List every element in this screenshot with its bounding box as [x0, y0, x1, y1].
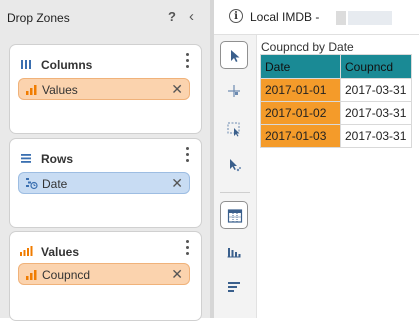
- redacted-text: [336, 11, 346, 25]
- columns-zone-title: Columns: [41, 58, 93, 72]
- table-title: Coupncd by Date: [261, 40, 354, 54]
- values-icon: [20, 246, 33, 256]
- values-zone-menu-icon[interactable]: [186, 240, 190, 255]
- remove-date-icon[interactable]: ✕: [171, 175, 183, 192]
- values-chip[interactable]: Values ✕: [18, 78, 190, 100]
- collapse-panel-button[interactable]: ‹: [189, 8, 194, 25]
- rows-zone-title: Rows: [41, 152, 74, 166]
- coupncd-chip[interactable]: Coupncd ✕: [18, 263, 190, 285]
- coupncd-chip-label: Coupncd: [42, 268, 91, 282]
- toolbar-divider: [220, 192, 250, 193]
- values-zone-title: Values: [41, 245, 80, 259]
- row-date-cell[interactable]: 2017-01-03: [260, 124, 341, 148]
- date-chip[interactable]: Date ✕: [18, 172, 190, 194]
- row-value-cell[interactable]: 2017-03-31: [340, 124, 412, 148]
- columns-zone-menu-icon[interactable]: [186, 53, 190, 68]
- rows-icon: [21, 154, 31, 163]
- remove-values-icon[interactable]: ✕: [171, 81, 183, 98]
- redacted-text: [348, 11, 392, 25]
- remove-coupncd-icon[interactable]: ✕: [171, 266, 183, 283]
- drop-zones-header: Drop Zones ? ‹: [0, 0, 210, 34]
- date-hierarchy-icon: [26, 178, 38, 190]
- crosshair-icon[interactable]: [220, 77, 248, 105]
- drop-zones-title: Drop Zones: [7, 11, 70, 25]
- info-icon[interactable]: i: [229, 9, 243, 23]
- row-date-cell[interactable]: 2017-01-01: [260, 78, 341, 102]
- measure-values-icon: [26, 85, 37, 95]
- rows-zone[interactable]: Rows Date ✕: [9, 138, 202, 228]
- rows-zone-menu-icon[interactable]: [186, 147, 190, 162]
- table-header-row: Date Coupncd: [260, 54, 412, 79]
- lasso-select-icon[interactable]: [220, 151, 248, 179]
- report-header: i Local IMDB -: [214, 0, 419, 35]
- help-button[interactable]: ?: [168, 9, 176, 24]
- column-header-coupncd[interactable]: Coupncd: [340, 54, 412, 79]
- values-chip-label: Values: [42, 83, 78, 97]
- values-zone[interactable]: Values Coupncd ✕: [9, 231, 202, 321]
- row-date-cell[interactable]: 2017-01-02: [260, 101, 341, 125]
- table-row: 2017-01-03 2017-03-31: [260, 124, 412, 148]
- table-view-icon[interactable]: [220, 201, 248, 229]
- drop-zones-panel: Drop Zones ? ‹ Columns Values ✕ Rows Dat…: [0, 0, 210, 321]
- row-value-cell[interactable]: 2017-03-31: [340, 101, 412, 125]
- data-table: Date Coupncd 2017-01-01 2017-03-31 2017-…: [260, 54, 412, 148]
- row-value-cell[interactable]: 2017-03-31: [340, 78, 412, 102]
- visualization-area: Coupncd by Date Date Coupncd 2017-01-01 …: [257, 35, 419, 318]
- table-row: 2017-01-01 2017-03-31: [260, 78, 412, 102]
- table-row: 2017-01-02 2017-03-31: [260, 101, 412, 125]
- vertical-toolbar: [214, 35, 257, 318]
- marquee-select-icon[interactable]: [220, 115, 248, 143]
- report-title: Local IMDB -: [250, 10, 320, 24]
- columns-zone[interactable]: Columns Values ✕: [9, 44, 202, 134]
- chart-view-icon[interactable]: [220, 237, 248, 265]
- column-header-date[interactable]: Date: [260, 54, 341, 79]
- date-chip-label: Date: [42, 177, 68, 191]
- columns-icon: [21, 60, 31, 69]
- sort-icon[interactable]: [220, 273, 248, 301]
- measure-icon: [26, 270, 37, 280]
- select-pointer-icon[interactable]: [220, 41, 248, 69]
